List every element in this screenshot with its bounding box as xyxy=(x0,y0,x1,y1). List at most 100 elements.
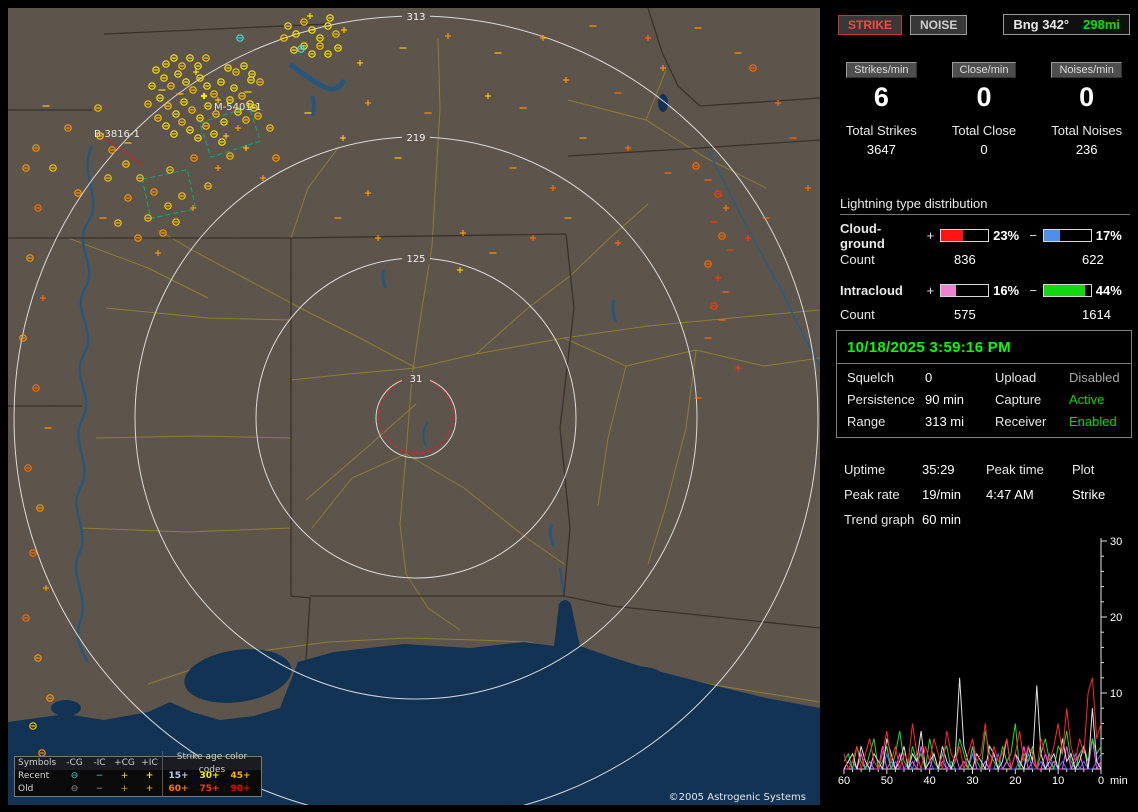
svg-text:219: 219 xyxy=(406,133,425,144)
squelch-label: Squelch xyxy=(847,370,894,385)
map-canvas: 31321912531 B-3816-1M-5401-1 xyxy=(8,8,820,805)
session-grid: Uptime 35:29 Peak time Plot Peak rate 19… xyxy=(844,462,1132,527)
recent-symbol-IC: − xyxy=(95,771,104,781)
top-toolbar: STRIKE NOISE Bng 342° 298mi xyxy=(838,14,1130,35)
nexstorm-app: 313 219 125 31 B-3816-1 M-5401-1 Symbols -CG… xyxy=(0,0,1138,812)
total-noises-value: 236 xyxy=(1075,142,1098,157)
cg-pos-bar xyxy=(940,229,990,242)
recent-symbol+CG: + xyxy=(120,771,129,781)
capture-value: Active xyxy=(1069,392,1105,407)
cg-neg-pct: 17% xyxy=(1095,228,1122,243)
noises-rate-col: Noises/min 0 Total Noises 236 xyxy=(1035,60,1138,157)
svg-text:31: 31 xyxy=(410,374,423,385)
old-symbol+CG: + xyxy=(120,784,129,794)
persistence-value: 90 min xyxy=(925,392,965,407)
receiver-value: Enabled xyxy=(1069,414,1117,429)
svg-text:B-3816-1: B-3816-1 xyxy=(94,129,140,140)
bearing-value: Bng 342° xyxy=(1013,17,1070,32)
minus-sign: − xyxy=(1029,228,1037,243)
age-code-45+: 45+ xyxy=(230,771,251,781)
svg-text:min: min xyxy=(1110,775,1128,787)
bearing-box: Bng 342° 298mi xyxy=(1003,14,1130,35)
plot-value: Strike xyxy=(1072,487,1106,502)
ic-pos-count: 575 xyxy=(954,306,976,322)
age-code-75+: 75+ xyxy=(199,784,220,794)
total-noises-label: Total Noises xyxy=(1051,123,1123,138)
rates-section: Strikes/min 6 Total Strikes 3647 Close/m… xyxy=(830,60,1138,157)
age-code-90+: 90+ xyxy=(230,784,251,794)
legend-col-pos-cg: +CG xyxy=(114,758,135,768)
total-close-value: 0 xyxy=(980,142,988,157)
cg-pos-count: 836 xyxy=(954,251,976,267)
intracloud-count-row: Count 575 1614 xyxy=(840,302,1130,326)
legend-old-row: Old ⊖ − + + 60+ 75+ 90+ xyxy=(15,783,261,796)
legend-symbols-title: Symbols xyxy=(18,758,57,768)
noises-per-min-chip[interactable]: Noises/min xyxy=(1051,62,1122,78)
svg-text:30: 30 xyxy=(966,775,978,787)
control-panel: STRIKE NOISE Bng 342° 298mi Strikes/min … xyxy=(830,0,1138,812)
svg-text:60: 60 xyxy=(838,775,850,787)
plus-sign: + xyxy=(926,283,935,298)
trend-graph: 10 20 30 60 50 40 30 20 10 0 min xyxy=(832,536,1132,809)
bearing-range: 298mi xyxy=(1083,17,1120,32)
copyright: ©2005 Astrogenic Systems xyxy=(668,792,806,803)
total-close-label: Total Close xyxy=(951,123,1017,138)
ic-neg-bar xyxy=(1043,284,1092,297)
cloud-ground-label: Cloud-ground xyxy=(840,220,885,251)
total-strikes-value: 3647 xyxy=(866,142,896,157)
legend-header: Symbols -CG -IC +CG +IC Strike age color… xyxy=(15,750,261,777)
svg-text:40: 40 xyxy=(924,775,936,787)
svg-text:30: 30 xyxy=(1110,536,1122,548)
trend-chart-canvas: 10 20 30 60 50 40 30 20 10 0 min xyxy=(838,536,1128,787)
trend-graph-value: 60 min xyxy=(922,512,962,527)
peak-time-value: 4:47 AM xyxy=(986,487,1034,502)
svg-text:0: 0 xyxy=(1098,775,1104,787)
legend-recent-label: Recent xyxy=(18,771,50,781)
peak-rate-label: Peak rate xyxy=(844,487,900,502)
uptime-value: 35:29 xyxy=(922,462,955,477)
old-symbol-CG: ⊖ xyxy=(70,784,79,794)
legend-col-pos-ic: +IC xyxy=(141,758,158,768)
svg-text:313: 313 xyxy=(406,12,425,23)
close-per-min-chip[interactable]: Close/min xyxy=(951,62,1017,78)
lightning-distribution: Lightning type distribution Cloud-ground… xyxy=(840,196,1130,326)
cloud-ground-row: Cloud-ground + 23% − 17% xyxy=(840,221,1130,251)
legend-old-label: Old xyxy=(18,784,34,794)
trend-graph-label: Trend graph xyxy=(844,512,915,527)
svg-text:50: 50 xyxy=(881,775,893,787)
noises-per-min-value: 0 xyxy=(1079,82,1095,112)
ic-neg-count: 1614 xyxy=(1082,306,1111,322)
ic-pos-bar xyxy=(940,284,990,297)
noise-button[interactable]: NOISE xyxy=(910,14,968,35)
upload-value: Disabled xyxy=(1069,370,1120,385)
range-value: 313 mi xyxy=(925,414,965,429)
strikes-per-min-chip[interactable]: Strikes/min xyxy=(846,62,917,78)
recent-symbol-CG: ⊖ xyxy=(70,771,79,781)
upload-label: Upload xyxy=(995,370,1037,385)
strikes-rate-col: Strikes/min 6 Total Strikes 3647 xyxy=(830,60,933,157)
svg-text:125: 125 xyxy=(406,254,425,265)
legend-col-neg-ic: -IC xyxy=(93,758,106,768)
status-grid: Squelch 0 Upload Disabled Persistence 90… xyxy=(847,370,1121,429)
svg-text:10: 10 xyxy=(1052,775,1064,787)
cg-neg-count: 622 xyxy=(1082,251,1104,267)
recent-symbol+IC: + xyxy=(145,771,154,781)
cloud-ground-count-row: Count 836 622 xyxy=(840,247,1130,271)
squelch-value: 0 xyxy=(925,370,933,385)
distribution-header: Lightning type distribution xyxy=(840,196,1130,215)
count-label: Count xyxy=(840,306,875,322)
age-code-15+: 15+ xyxy=(168,771,189,781)
cg-neg-bar xyxy=(1043,229,1092,242)
lightning-map[interactable]: 313 219 125 31 B-3816-1 M-5401-1 Symbols -CG… xyxy=(8,8,820,805)
svg-text:20: 20 xyxy=(1009,775,1021,787)
range-label: Range xyxy=(847,414,886,429)
svg-text:20: 20 xyxy=(1110,612,1122,624)
capture-label: Capture xyxy=(995,392,1042,407)
status-separator xyxy=(837,363,1131,364)
strike-button[interactable]: STRIKE xyxy=(838,14,903,35)
plot-label: Plot xyxy=(1072,462,1095,477)
plus-sign: + xyxy=(926,228,935,243)
datetime: 10/18/2025 3:59:16 PM xyxy=(847,339,1011,356)
ic-pos-pct: 16% xyxy=(993,283,1020,298)
minus-sign: − xyxy=(1029,283,1037,298)
